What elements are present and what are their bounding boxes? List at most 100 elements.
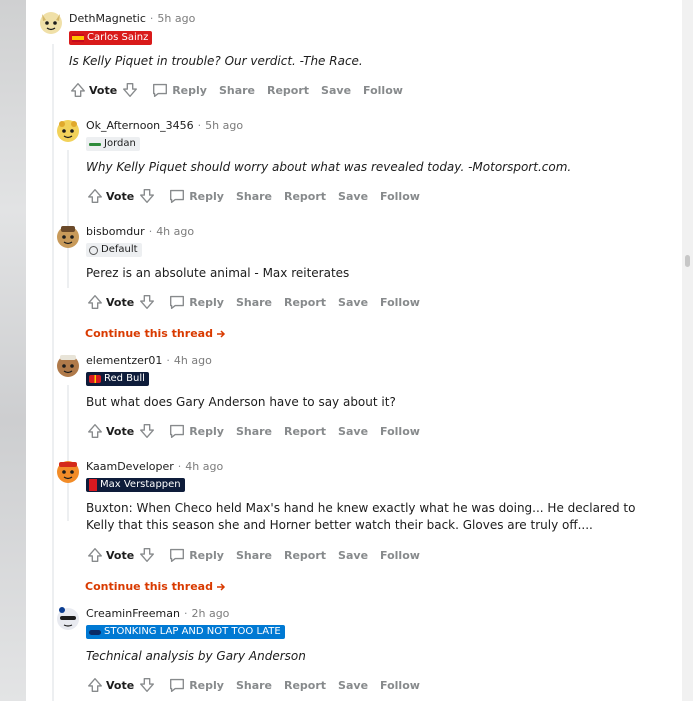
vote-label: Vote bbox=[106, 678, 135, 692]
username[interactable]: KaamDeveloper bbox=[86, 460, 174, 473]
timestamp[interactable]: 5h ago bbox=[157, 12, 195, 25]
comment-meta: CreaminFreeman · 2h ago bbox=[86, 607, 229, 621]
upvote-icon[interactable] bbox=[68, 80, 88, 100]
reply-button[interactable]: Reply bbox=[167, 545, 236, 565]
comment-actions: Vote Reply Share Report Save Follow bbox=[85, 292, 432, 312]
downvote-icon[interactable] bbox=[120, 80, 140, 100]
user-flair: Jordan bbox=[86, 137, 140, 151]
reply-button[interactable]: Reply bbox=[167, 675, 236, 695]
reply-button[interactable]: Reply bbox=[167, 186, 236, 206]
scrollbar[interactable] bbox=[682, 0, 693, 701]
comment-meta: KaamDeveloper · 4h ago bbox=[86, 460, 223, 474]
save-button[interactable]: Save bbox=[338, 549, 368, 562]
flair-label: Carlos Sainz bbox=[87, 32, 149, 43]
downvote-icon[interactable] bbox=[137, 545, 157, 565]
comment-bubble-icon bbox=[167, 545, 187, 565]
avatar[interactable] bbox=[54, 604, 82, 632]
downvote-icon[interactable] bbox=[137, 292, 157, 312]
timestamp[interactable]: 4h ago bbox=[156, 225, 194, 238]
upvote-icon[interactable] bbox=[85, 292, 105, 312]
follow-button[interactable]: Follow bbox=[363, 84, 403, 97]
comment-body: Why Kelly Piquet should worry about what… bbox=[86, 160, 572, 174]
comment-bubble-icon bbox=[167, 675, 187, 695]
comment-meta: Ok_Afternoon_3456 · 5h ago bbox=[86, 119, 243, 133]
username[interactable]: bisbomdur bbox=[86, 225, 145, 238]
downvote-icon[interactable] bbox=[137, 421, 157, 441]
follow-button[interactable]: Follow bbox=[380, 679, 420, 692]
vote-label: Vote bbox=[106, 189, 135, 203]
comment-bubble-icon bbox=[167, 421, 187, 441]
jordan-car-icon bbox=[89, 142, 101, 146]
comment-actions: Vote Reply Share Report Save Follow bbox=[85, 421, 432, 441]
continue-thread-label: Continue this thread bbox=[85, 580, 213, 593]
reply-button[interactable]: Reply bbox=[167, 421, 236, 441]
follow-button[interactable]: Follow bbox=[380, 190, 420, 203]
comment-actions: Vote Reply Share Report Save Follow bbox=[68, 80, 415, 100]
username[interactable]: CreaminFreeman bbox=[86, 607, 180, 620]
save-button[interactable]: Save bbox=[321, 84, 351, 97]
report-button[interactable]: Report bbox=[267, 84, 309, 97]
vote-label: Vote bbox=[106, 295, 135, 309]
follow-button[interactable]: Follow bbox=[380, 425, 420, 438]
avatar[interactable] bbox=[37, 8, 65, 36]
user-flair: Default bbox=[86, 243, 142, 257]
save-button[interactable]: Save bbox=[338, 425, 368, 438]
report-button[interactable]: Report bbox=[284, 190, 326, 203]
snoo-avatar-icon bbox=[57, 607, 79, 630]
upvote-icon[interactable] bbox=[85, 545, 105, 565]
comment-meta: bisbomdur · 4h ago bbox=[86, 225, 194, 239]
avatar[interactable] bbox=[54, 351, 82, 379]
vote-label: Vote bbox=[106, 424, 135, 438]
timestamp[interactable]: 4h ago bbox=[185, 460, 223, 473]
avatar[interactable] bbox=[54, 222, 82, 250]
follow-button[interactable]: Follow bbox=[380, 296, 420, 309]
avatar[interactable] bbox=[54, 457, 82, 485]
background-image-strip bbox=[0, 0, 26, 701]
username[interactable]: DethMagnetic bbox=[69, 12, 146, 25]
timestamp[interactable]: 4h ago bbox=[174, 354, 212, 367]
scrollbar-thumb[interactable] bbox=[685, 255, 690, 267]
user-flair: Carlos Sainz bbox=[69, 31, 153, 45]
share-button[interactable]: Share bbox=[236, 679, 272, 692]
flair-label: Red Bull bbox=[104, 373, 145, 384]
timestamp[interactable]: 5h ago bbox=[205, 119, 243, 132]
save-button[interactable]: Save bbox=[338, 190, 368, 203]
separator-dot: · bbox=[149, 12, 154, 25]
timestamp[interactable]: 2h ago bbox=[191, 607, 229, 620]
continue-thread-link[interactable]: Continue this thread bbox=[85, 580, 226, 593]
username[interactable]: elementzer01 bbox=[86, 354, 162, 367]
separator-dot: · bbox=[183, 607, 188, 620]
upvote-icon[interactable] bbox=[85, 421, 105, 441]
spain-flag-icon bbox=[72, 34, 84, 42]
share-button[interactable]: Share bbox=[236, 190, 272, 203]
comment-body: Is Kelly Piquet in trouble? Our verdict.… bbox=[69, 54, 363, 68]
share-button[interactable]: Share bbox=[236, 296, 272, 309]
share-button[interactable]: Share bbox=[236, 425, 272, 438]
comment-meta: elementzer01 · 4h ago bbox=[86, 354, 212, 368]
separator-dot: · bbox=[177, 460, 182, 473]
report-button[interactable]: Report bbox=[284, 679, 326, 692]
reply-button[interactable]: Reply bbox=[167, 292, 236, 312]
wheel-icon bbox=[89, 245, 98, 255]
upvote-icon[interactable] bbox=[85, 186, 105, 206]
reply-button[interactable]: Reply bbox=[150, 80, 219, 100]
report-button[interactable]: Report bbox=[284, 425, 326, 438]
save-button[interactable]: Save bbox=[338, 679, 368, 692]
report-button[interactable]: Report bbox=[284, 549, 326, 562]
follow-button[interactable]: Follow bbox=[380, 549, 420, 562]
avatar[interactable] bbox=[54, 116, 82, 144]
save-button[interactable]: Save bbox=[338, 296, 368, 309]
comment-body: But what does Gary Anderson have to say … bbox=[86, 395, 396, 409]
share-button[interactable]: Share bbox=[236, 549, 272, 562]
thread-line[interactable] bbox=[67, 150, 69, 288]
share-button[interactable]: Share bbox=[219, 84, 255, 97]
report-button[interactable]: Report bbox=[284, 296, 326, 309]
username[interactable]: Ok_Afternoon_3456 bbox=[86, 119, 194, 132]
comment-body: Technical analysis by Gary Anderson bbox=[86, 649, 306, 663]
thread-line[interactable] bbox=[67, 385, 69, 521]
downvote-icon[interactable] bbox=[137, 186, 157, 206]
downvote-icon[interactable] bbox=[137, 675, 157, 695]
continue-thread-link[interactable]: Continue this thread bbox=[85, 327, 226, 340]
upvote-icon[interactable] bbox=[85, 675, 105, 695]
separator-dot: · bbox=[148, 225, 153, 238]
